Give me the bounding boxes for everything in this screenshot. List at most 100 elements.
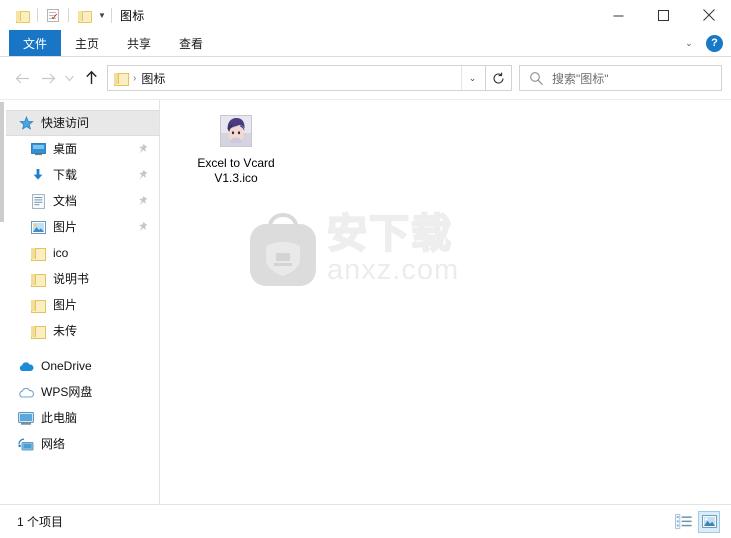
pin-icon[interactable] [137, 169, 148, 181]
up-button[interactable] [78, 65, 104, 91]
maximize-button[interactable] [641, 0, 686, 30]
downloads-arrow-icon [30, 167, 46, 183]
watermark-chinese: 安下载 [326, 211, 453, 257]
search-box[interactable]: 搜索"图标" [519, 65, 722, 91]
breadcrumb-current[interactable]: 图标 [141, 70, 165, 87]
navigation-pane: 快速访问 桌面 下载 文档 图片 ico 说明书 图片 未传 OneDrive … [0, 100, 160, 504]
ico-thumbnail [220, 115, 252, 147]
recent-locations-icon[interactable] [61, 65, 78, 91]
qat-divider [37, 8, 38, 22]
sidebar-item-label: 图片 [53, 220, 78, 234]
search-icon [530, 71, 543, 85]
breadcrumb-separator: › [133, 72, 137, 84]
sidebar-item-label: WPS网盘 [41, 385, 93, 399]
pin-icon[interactable] [137, 221, 148, 233]
watermark-text: 安下载 anxz.com [326, 211, 460, 286]
sidebar-item-label: 此电脑 [41, 411, 78, 425]
chevron-down-icon[interactable]: ⌄ [461, 66, 483, 90]
sidebar-item-onedrive[interactable]: OneDrive [0, 353, 159, 379]
minimize-button[interactable] [596, 0, 641, 30]
file-list-pane[interactable]: 安下载 anxz.com Excel to Vcard V1.3.ico [160, 100, 731, 504]
this-pc-monitor-icon [18, 410, 34, 426]
sidebar-item-label: 文档 [53, 194, 78, 208]
watermark-bag-logo [245, 208, 321, 290]
sidebar-item-ico[interactable]: ico [0, 240, 159, 266]
new-folder-icon[interactable] [73, 4, 95, 26]
folder-icon [30, 323, 46, 339]
sidebar-item-pictures-folder[interactable]: 图片 [0, 292, 159, 318]
status-bar: 1 个项目 [0, 504, 731, 538]
folder-glyph-icon [15, 10, 30, 23]
documents-icon [30, 193, 46, 209]
quick-access-star-icon [18, 115, 34, 131]
sidebar-item-label: 网络 [41, 437, 66, 451]
properties-glyph-icon: ✓ [47, 8, 59, 22]
sidebar-item-quick-access[interactable]: 快速访问 [6, 110, 159, 136]
sidebar-item-manual[interactable]: 说明书 [0, 266, 159, 292]
folder-icon [30, 245, 46, 261]
network-icon [18, 436, 34, 452]
quick-access-toolbar: ✓ ▼ [0, 4, 109, 26]
help-button[interactable]: ? [706, 35, 723, 52]
tab-share[interactable]: 共享 [113, 30, 165, 56]
new-folder-glyph-icon [77, 10, 92, 23]
onedrive-cloud-icon [18, 358, 34, 374]
close-button[interactable] [686, 0, 731, 30]
sidebar-item-desktop[interactable]: 桌面 [0, 136, 159, 162]
search-input[interactable]: 搜索"图标" [552, 70, 609, 87]
item-count-label: 1 个项目 [17, 515, 64, 529]
qat-divider-2 [68, 8, 69, 22]
sidebar-item-this-pc[interactable]: 此电脑 [0, 405, 159, 431]
sidebar-item-label: 图片 [53, 298, 78, 312]
file-item[interactable]: Excel to Vcard V1.3.ico [180, 112, 292, 189]
details-view-button[interactable] [672, 511, 694, 533]
sidebar-item-untransferred[interactable]: 未传 [0, 318, 159, 344]
ribbon-tabs: 文件 主页 共享 查看 ⌄ ? [0, 30, 731, 57]
explorer-window: ✓ ▼ 图标 文件 主页 共享 查看 ⌄ ? › 图标 ⌄ 搜索"图标" 快速访… [0, 0, 731, 538]
sidebar-item-label: 未传 [53, 324, 78, 338]
address-bar[interactable]: › 图标 ⌄ [107, 65, 486, 91]
tab-view[interactable]: 查看 [165, 30, 217, 56]
sidebar-item-label: OneDrive [41, 359, 92, 373]
sidebar-item-label: ico [53, 246, 69, 260]
folder-icon [113, 72, 129, 86]
folder-icon [30, 271, 46, 287]
sidebar-item-wps-cloud[interactable]: WPS网盘 [0, 379, 159, 405]
chevron-down-icon[interactable]: ▼ [95, 5, 109, 25]
pin-icon[interactable] [137, 143, 148, 155]
ribbon-right-controls: ⌄ ? [681, 30, 723, 57]
watermark-english: anxz.com [327, 254, 460, 286]
wps-cloud-icon [18, 384, 34, 400]
pictures-icon [30, 219, 46, 235]
title-bar: ✓ ▼ 图标 [0, 0, 731, 30]
forward-button[interactable] [35, 65, 61, 91]
desktop-icon [30, 141, 46, 157]
address-bar-row: › 图标 ⌄ 搜索"图标" [0, 57, 731, 99]
tab-file[interactable]: 文件 [9, 30, 62, 56]
file-name-label: Excel to Vcard V1.3.ico [197, 156, 275, 185]
window-title: 图标 [120, 8, 145, 23]
folder-icon [30, 297, 46, 313]
title-divider [111, 7, 112, 23]
explorer-body: 快速访问 桌面 下载 文档 图片 ico 说明书 图片 未传 OneDrive … [0, 99, 731, 504]
sidebar-item-downloads[interactable]: 下载 [0, 162, 159, 188]
sidebar-item-documents[interactable]: 文档 [0, 188, 159, 214]
sidebar-item-label: 快速访问 [41, 116, 90, 130]
sidebar-item-label: 桌面 [53, 142, 78, 156]
chevron-down-icon[interactable]: ⌄ [681, 36, 697, 52]
folder-icon[interactable] [11, 4, 33, 26]
sidebar-item-label: 下载 [53, 168, 78, 182]
sidebar-item-pictures[interactable]: 图片 [0, 214, 159, 240]
view-toggle-group [672, 510, 720, 533]
tab-home[interactable]: 主页 [61, 30, 113, 56]
pin-icon[interactable] [137, 195, 148, 207]
properties-icon[interactable]: ✓ [42, 4, 64, 26]
watermark: 安下载 anxz.com [245, 208, 459, 290]
refresh-button[interactable] [486, 65, 512, 91]
window-controls [596, 0, 731, 30]
sidebar-item-network[interactable]: 网络 [0, 431, 159, 457]
back-button[interactable] [9, 65, 35, 91]
large-icons-view-button[interactable] [698, 510, 720, 533]
sidebar-item-label: 说明书 [53, 272, 90, 286]
